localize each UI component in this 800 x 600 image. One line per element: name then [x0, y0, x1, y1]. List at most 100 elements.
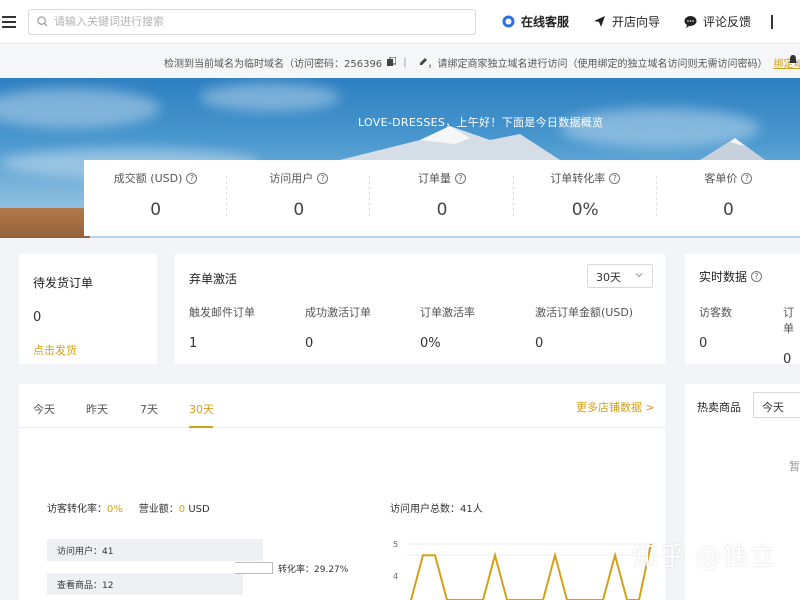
stat-label: 访问用户 — [269, 172, 314, 185]
y-tick-label: 5 — [393, 540, 399, 549]
conversion-summary: 访客转化率：0% 营业额：0 USD — [47, 500, 210, 515]
chevron-down-icon — [635, 273, 643, 278]
domain-notice: 检测到当前域名为临时域名（访问密码：256396 | ，请绑定商家独立域名进行访… — [0, 44, 800, 78]
help-icon[interactable]: ? — [186, 172, 198, 184]
topbar-divider — [771, 14, 774, 29]
hot-title: 热卖商品 — [697, 401, 741, 414]
menu-icon[interactable] — [2, 15, 16, 28]
more-store-data-link[interactable]: 更多店铺数据 > — [576, 399, 655, 415]
active-tab-indicator — [189, 426, 213, 428]
store-guide-label: 开店向导 — [612, 15, 661, 29]
customer-service-label: 在线客服 — [521, 15, 570, 29]
help-icon[interactable]: ? — [741, 172, 753, 184]
customer-service-icon — [502, 15, 515, 28]
abandon-col-value: 0 — [305, 336, 314, 351]
search-input[interactable] — [54, 15, 454, 28]
stat-revenue: 成交额 (USD)? 0 — [84, 160, 228, 236]
store-analytics-card: 今天 昨天 7天 30天 更多店铺数据 > 访客转化率：0% 营业额：0 USD… — [19, 384, 665, 600]
abandon-col-label: 成功激活订单 — [305, 306, 371, 319]
search-box[interactable] — [28, 8, 476, 35]
funnel-rate-value: 29.27% — [314, 565, 349, 575]
funnel-bar-views: 查看商品：12 — [47, 573, 243, 595]
stat-label: 客单价 — [704, 172, 738, 185]
search-icon — [37, 16, 48, 27]
pending-shipment-card: 待发货订单 0 点击发货 — [19, 254, 157, 364]
hot-range-select[interactable]: 今天 — [753, 392, 800, 418]
abandon-col-label: 激活订单金额(USD) — [535, 306, 634, 319]
notice-action: ，请绑定商家独立域名进行访问（使用绑定的独立域名访问则无需访问密码） — [427, 59, 768, 70]
top-bar: 在线客服 开店向导 评论反馈 — [0, 0, 800, 44]
abandon-col: 订单激活率 0% — [420, 304, 475, 351]
help-icon[interactable]: ? — [317, 172, 329, 184]
copy-icon[interactable] — [387, 56, 397, 69]
customer-service-link[interactable]: 在线客服 — [502, 13, 569, 30]
edit-icon[interactable] — [419, 57, 428, 69]
conversion-label: 访客转化率： — [47, 504, 107, 515]
stat-conversion: 订单转化率? 0% — [514, 160, 658, 236]
stat-value: 0 — [150, 200, 162, 220]
funnel-connector — [235, 562, 273, 574]
stats-overview: 成交额 (USD)? 0 访问用户? 0 订单量? 0 订单转化率? 0% 客单… — [84, 160, 800, 236]
notice-text: 检测到当前域名为临时域名（访问密码：256396 — [164, 59, 383, 70]
realtime-col: 订单 0 — [783, 304, 800, 367]
visits-line-chart — [407, 543, 655, 600]
visits-series-line — [410, 543, 652, 600]
hot-empty-text: 暂 — [789, 460, 800, 473]
guide-icon — [593, 15, 606, 28]
pending-count: 0 — [33, 310, 42, 325]
feedback-label: 评论反馈 — [703, 15, 752, 29]
abandon-col-label: 订单激活率 — [420, 306, 475, 319]
funnel-bar-visits: 访问用户：41 — [47, 539, 263, 561]
realtime-col: 访客数 0 — [699, 304, 732, 351]
revenue-value: 0 — [178, 504, 186, 515]
realtime-col-value: 0 — [783, 352, 792, 367]
abandon-range-value: 30天 — [596, 271, 621, 284]
ship-now-link[interactable]: 点击发货 — [33, 342, 77, 358]
abandoned-cart-card: 弃单激活 30天 触发邮件订单 1 成功激活订单 0 订单激活率 0% 激活订单… — [175, 254, 665, 364]
realtime-title: 实时数据 — [699, 270, 748, 284]
stat-avg-order: 客单价? 0 — [657, 160, 800, 236]
funnel-rate-label: 转化率： — [278, 565, 315, 575]
pending-title: 待发货订单 — [33, 276, 94, 290]
period-tabs: 今天 昨天 7天 30天 更多店铺数据 > — [19, 384, 665, 428]
revenue-label: 营业额： — [138, 504, 179, 515]
abandon-range-select[interactable]: 30天 — [587, 264, 653, 288]
stat-label: 成交额 (USD) — [113, 172, 183, 185]
feedback-icon — [684, 15, 697, 28]
watermark: 知乎 @独立 — [632, 542, 777, 572]
abandon-col-value: 0 — [535, 336, 544, 351]
visits-total: 访问用户总数：41人 — [390, 504, 483, 515]
tab-today[interactable]: 今天 — [33, 401, 55, 417]
stat-orders: 订单量? 0 — [370, 160, 514, 236]
realtime-card: 实时数据? 访客数 0 订单 0 — [685, 254, 800, 367]
abandon-col: 成功激活订单 0 — [305, 304, 371, 351]
notice-separator: | — [403, 57, 407, 68]
help-icon[interactable]: ? — [455, 172, 466, 184]
help-icon[interactable]: ? — [609, 172, 621, 184]
abandon-col: 触发邮件订单 1 — [189, 304, 255, 351]
stat-label: 订单量 — [418, 172, 451, 185]
desert-image — [0, 208, 90, 238]
realtime-col-label: 访客数 — [699, 306, 732, 319]
abandon-col-value: 1 — [189, 336, 198, 351]
funnel-rate: 转化率：29.27% — [278, 562, 348, 575]
realtime-col-value: 0 — [699, 336, 708, 351]
notification-icon[interactable] — [788, 54, 798, 66]
revenue-unit: USD — [188, 504, 210, 515]
feedback-link[interactable]: 评论反馈 — [684, 13, 751, 30]
stat-value: 0 — [293, 200, 305, 220]
stat-label: 订单转化率 — [550, 172, 606, 185]
tab-yesterday[interactable]: 昨天 — [86, 401, 108, 417]
help-icon[interactable]: ? — [751, 271, 763, 282]
y-tick-label: 4 — [393, 572, 399, 581]
tab-30days[interactable]: 30天 — [189, 401, 214, 417]
abandon-col-value: 0% — [420, 336, 441, 351]
tab-7days[interactable]: 7天 — [140, 401, 158, 417]
abandon-title: 弃单激活 — [189, 272, 238, 286]
stat-value: 0 — [723, 200, 734, 220]
hero-greeting: LOVE-DRESSES，上午好！下面是今日数据概览 — [358, 116, 604, 129]
stat-value: 0% — [571, 200, 599, 220]
stat-value: 0 — [436, 200, 448, 220]
store-guide-link[interactable]: 开店向导 — [593, 13, 660, 30]
conversion-value: 0% — [107, 504, 123, 515]
